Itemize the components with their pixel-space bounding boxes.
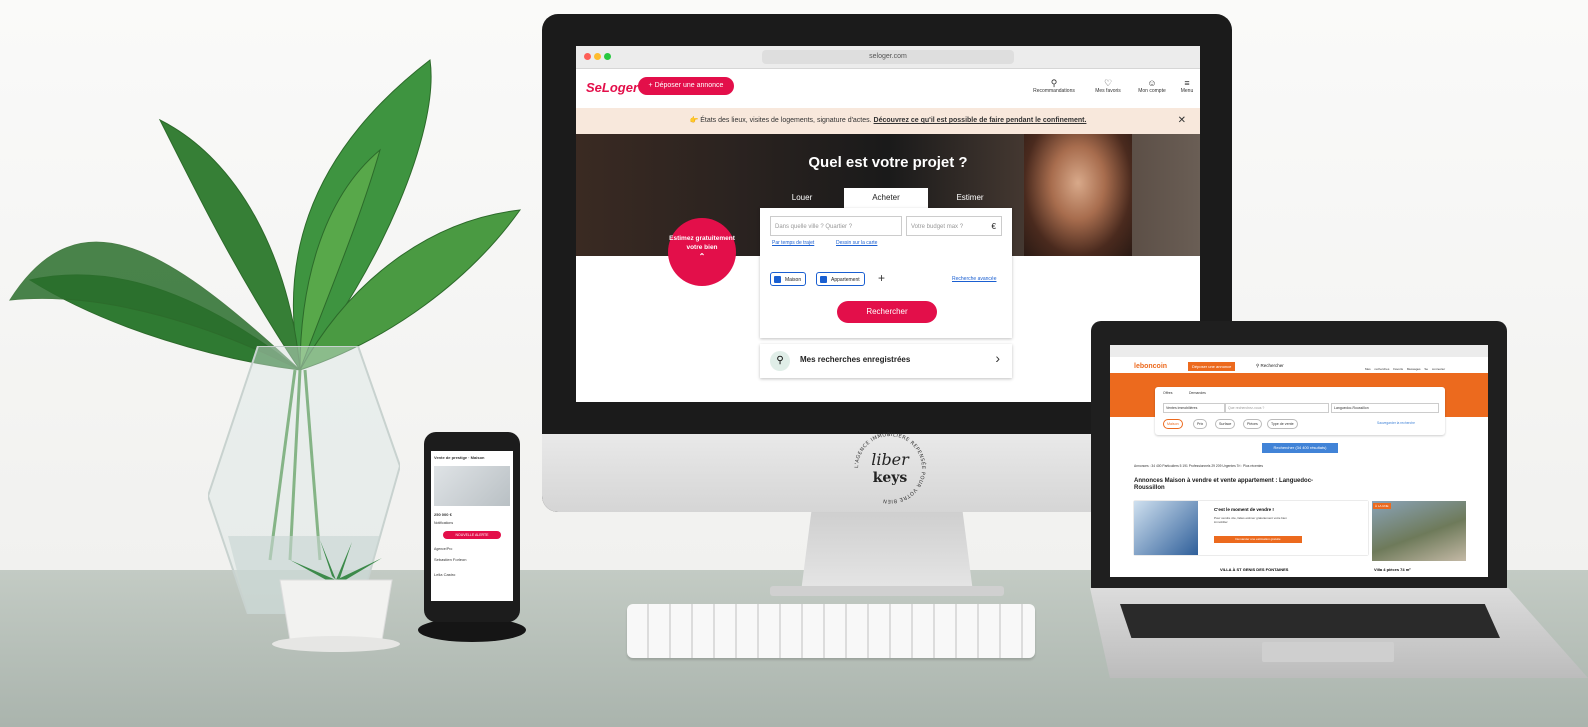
chevron-right-icon: ›: [995, 350, 1000, 366]
phone-title: Vente de prestige · Maison: [434, 455, 485, 460]
nav-menu[interactable]: ≡ Menu: [1174, 78, 1200, 94]
lbc-badge-une: À LA UNE: [1373, 503, 1391, 509]
lbc-promo-button[interactable]: Demander une estimation gratuite: [1214, 536, 1302, 543]
nav-account[interactable]: ☺ Mon compte: [1132, 78, 1172, 94]
lbc-offer-radio[interactable]: Offres: [1163, 391, 1172, 395]
add-type-icon[interactable]: +: [878, 271, 885, 285]
advanced-search-link[interactable]: Recherche avancée: [952, 276, 996, 282]
tab-louer[interactable]: Louer: [760, 188, 844, 208]
lbc-promo-illustration: [1134, 501, 1198, 555]
phone-section: Agence/Pro: [434, 547, 453, 551]
lbc-save-search-link[interactable]: Sauvegarder la recherche: [1377, 421, 1415, 425]
laptop-browser-bar: [1110, 345, 1488, 357]
phone-photo: [434, 466, 510, 506]
lbc-filter-pieces[interactable]: Pièces: [1243, 419, 1262, 429]
seal-brand-top: liber: [871, 450, 910, 469]
hero-title: Quel est votre projet ?: [808, 154, 968, 171]
city-input[interactable]: Dans quelle ville ? Quartier ?: [770, 216, 902, 236]
search-card: Dans quelle ville ? Quartier ? Votre bud…: [760, 208, 1012, 338]
lbc-promo-card: C'est le moment de vendre ! Pour vendre …: [1134, 501, 1368, 555]
saved-searches-bar[interactable]: ⚲ Mes recherches enregistrées ›: [760, 344, 1012, 378]
address-bar[interactable]: seloger.com: [762, 50, 1014, 64]
lbc-listing-photo[interactable]: À LA UNE: [1372, 501, 1466, 561]
budget-input[interactable]: Votre budget max ? €: [906, 216, 1002, 236]
estimate-bubble[interactable]: Estimez gratuitement votre bien ⌃: [668, 218, 736, 286]
wireless-keyboard: [627, 604, 1035, 658]
nav-favorites[interactable]: ♡ Mes favoris: [1088, 78, 1128, 94]
magnifier-icon: ⚲: [770, 351, 790, 371]
close-dot[interactable]: [584, 53, 591, 60]
lbc-filter-maison[interactable]: Maison: [1163, 419, 1183, 429]
hero-person-photo: [1024, 134, 1132, 256]
phone-notif[interactable]: Notifications: [431, 521, 513, 525]
lbc-what-input[interactable]: Que recherchez-vous ?: [1225, 403, 1329, 413]
lbc-nav[interactable]: Mes recherches Favoris Messages Se conne…: [1365, 367, 1445, 371]
lbc-category-select[interactable]: Ventes immobilières: [1163, 403, 1225, 413]
phone-alert-button[interactable]: NOUVELLE ALERTE: [443, 531, 501, 539]
seloger-logo[interactable]: SeLoger: [586, 80, 638, 95]
phone-footer: Lelia Castro: [434, 572, 456, 577]
account-icon: ☺: [1147, 78, 1157, 88]
lbc-region-select[interactable]: Languedoc-Roussillon: [1331, 403, 1439, 413]
house-checkbox[interactable]: Maison: [770, 272, 807, 286]
lbc-listing-2[interactable]: Villa 4 pièces 74 m²: [1374, 567, 1411, 572]
menu-icon: ≡: [1184, 78, 1190, 88]
succulent-pot: [272, 540, 400, 652]
euro-icon: €: [991, 222, 996, 231]
lbc-listing-1[interactable]: VILLA À ST GENIS DES FONTAINES: [1220, 567, 1288, 572]
phone-agent[interactable]: Sebastien Forleon: [431, 553, 513, 566]
imac-stand-foot: [770, 586, 1004, 596]
liberkeys-seal: L'AGENCE IMMOBILIÈRE REPENSÉE POUR VOTRE…: [854, 431, 927, 504]
leboncoin-logo[interactable]: leboncoin: [1134, 363, 1167, 370]
tab-acheter[interactable]: Acheter: [844, 188, 928, 208]
lbc-heading: Annonces Maison à vendre et vente appart…: [1134, 478, 1314, 491]
heart-icon: ♡: [1103, 78, 1113, 88]
lbc-filter-prix[interactable]: Prix: [1193, 419, 1208, 429]
lbc-search-link[interactable]: ⚲ Rechercher: [1256, 363, 1284, 369]
laptop-trackpad: [1262, 642, 1394, 662]
nav-recommendations[interactable]: ⚲ Recommandations: [1028, 78, 1080, 94]
post-ad-button[interactable]: + Déposer une annonce: [638, 77, 734, 95]
phone-screen: Vente de prestige · Maison 250 000 € Not…: [431, 451, 513, 601]
tab-estimer[interactable]: Estimer: [928, 188, 1012, 208]
bulb-icon: ⚲: [1050, 78, 1058, 88]
minimize-dot[interactable]: [594, 53, 601, 60]
close-icon[interactable]: ✕: [1178, 108, 1186, 134]
seal-brand-bottom: keys: [873, 470, 908, 486]
search-button[interactable]: Rechercher: [837, 301, 937, 323]
lbc-annonces-line: Annonces : 34 400 Particuliers 5 191 Pro…: [1134, 464, 1264, 468]
zoom-dot[interactable]: [604, 53, 611, 60]
laptop-screen: leboncoin Déposer une annonce ⚲ Recherch…: [1110, 345, 1488, 577]
travel-time-link[interactable]: Par temps de trajet: [772, 240, 814, 246]
lbc-promo-title: C'est le moment de vendre !: [1214, 507, 1274, 512]
laptop-keyboard: [1120, 604, 1500, 638]
lbc-promo-text: Pour vendre vite, faites estimer gratuit…: [1214, 516, 1287, 524]
lbc-filter-surface[interactable]: Surface: [1215, 419, 1236, 429]
browser-toolbar: seloger.com: [576, 46, 1200, 69]
imac-stand: [801, 512, 973, 592]
lbc-search-panel: Offres Demandes Ventes immobilières Que …: [1155, 387, 1445, 435]
banner-link[interactable]: Découvrez ce qu'il est possible de faire…: [874, 117, 1087, 124]
saved-searches-label: Mes recherches enregistrées: [800, 355, 911, 364]
lbc-filter-type[interactable]: Type de vente: [1267, 419, 1298, 429]
apartment-checkbox[interactable]: Appartement: [816, 272, 865, 286]
lbc-results-button[interactable]: Rechercher (34 400 résultats): [1262, 443, 1338, 453]
lbc-demand-radio[interactable]: Demandes: [1189, 391, 1206, 395]
lbc-post-ad-button[interactable]: Déposer une annonce: [1188, 362, 1236, 371]
chevron-up-icon: ⌃: [698, 252, 706, 261]
info-banner: 👉 États des lieux, visites de logements,…: [576, 108, 1200, 134]
draw-map-link[interactable]: Dessin sur la carte: [836, 240, 877, 246]
phone-price: 250 000 €: [434, 512, 452, 517]
